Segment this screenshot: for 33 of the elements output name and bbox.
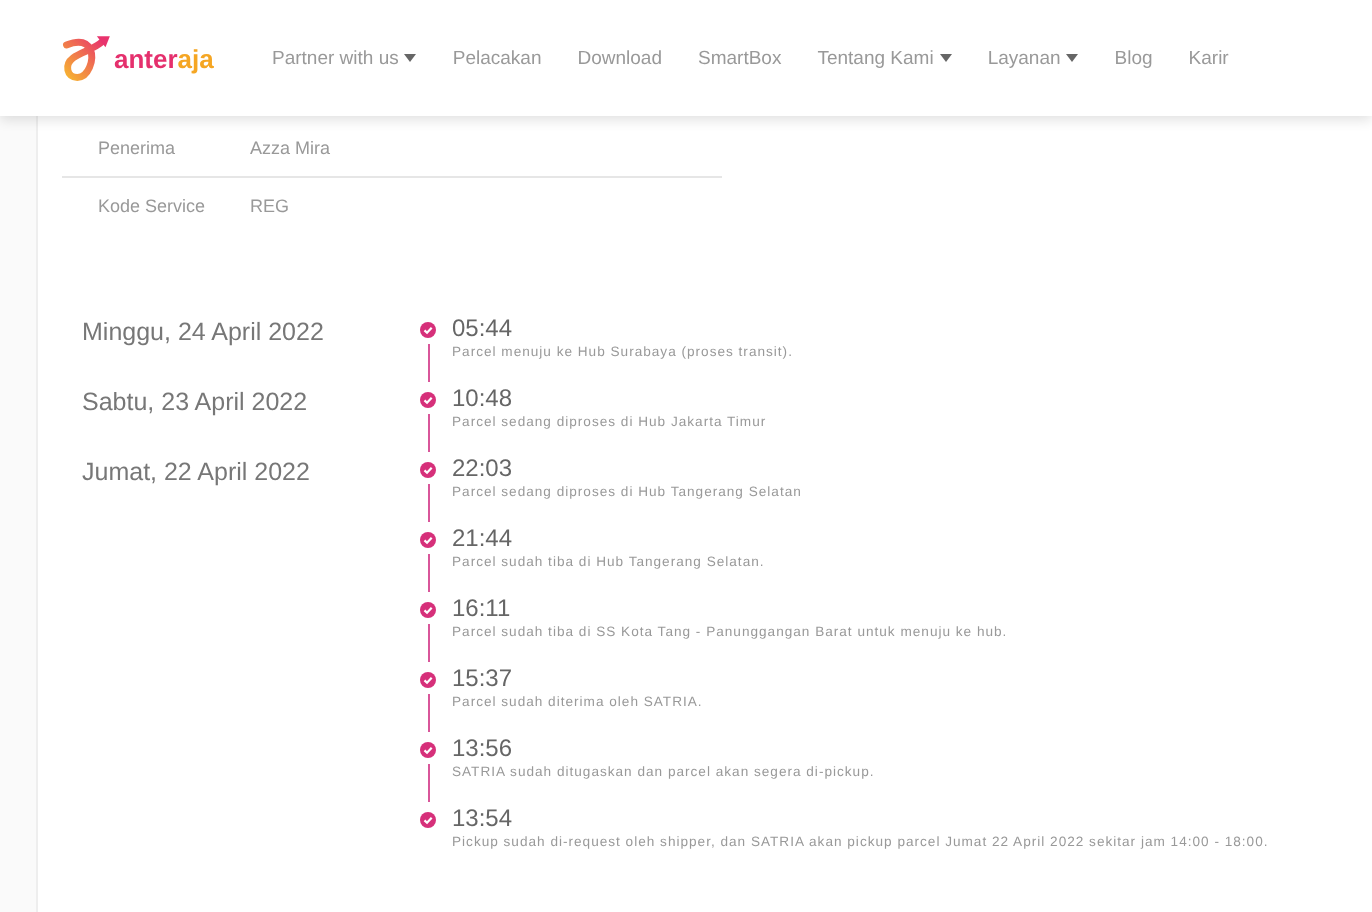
event-time: 21:44 — [452, 524, 515, 552]
detail-value: Azza Mira — [250, 138, 331, 158]
swirl-logo-icon[interactable] — [60, 32, 112, 84]
nav-link[interactable]: SmartBox — [698, 47, 782, 69]
check-circle-icon — [420, 322, 436, 338]
event-time: 05:44 — [452, 314, 515, 342]
check-circle-icon — [420, 532, 436, 548]
event-time: 10:48 — [452, 384, 515, 412]
nav-link[interactable]: Karir — [1188, 47, 1229, 69]
detail-label: Penerima — [98, 138, 178, 158]
detail-label: Kode Service — [98, 196, 208, 216]
event-time: 16:11 — [452, 594, 513, 622]
check-circle-icon — [420, 462, 436, 478]
event-time: 13:56 — [452, 734, 515, 762]
nav-link[interactable]: Partner with us — [272, 47, 417, 69]
nav-link[interactable]: Layanan — [987, 47, 1079, 69]
check-circle-icon — [420, 602, 436, 618]
event-time: 13:54 — [452, 804, 515, 832]
date-label: Sabtu, 23 April 2022 — [82, 388, 308, 416]
check-circle-icon — [420, 672, 436, 688]
event-time: 15:37 — [452, 664, 515, 692]
detail-value: REG — [250, 196, 290, 216]
check-circle-icon — [420, 812, 436, 828]
nav-link[interactable]: Download — [577, 47, 662, 69]
nav-link[interactable]: Pelacakan — [452, 47, 542, 69]
nav-link[interactable]: Blog — [1114, 47, 1153, 69]
check-circle-icon — [420, 392, 436, 408]
nav-link[interactable]: Tentang Kami — [817, 47, 952, 69]
brand-name[interactable]: anteraja — [114, 43, 214, 73]
date-label: Jumat, 22 April 2022 — [82, 458, 310, 486]
date-label: Minggu, 24 April 2022 — [82, 318, 324, 346]
check-circle-icon — [420, 742, 436, 758]
event-time: 22:03 — [452, 454, 515, 482]
